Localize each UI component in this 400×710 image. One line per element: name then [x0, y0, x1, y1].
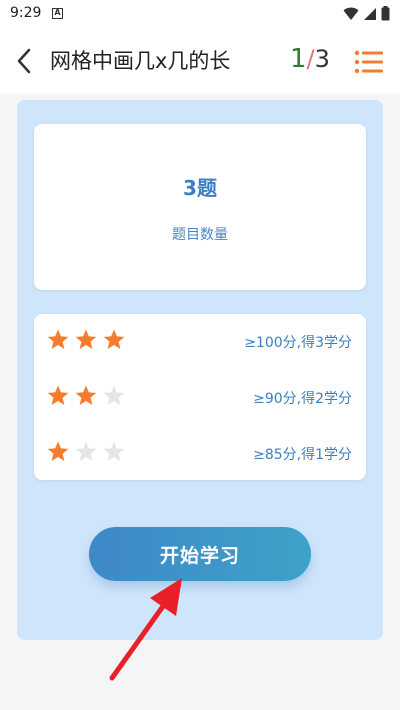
- status-icons: [343, 6, 390, 21]
- status-bar: 9:29 A: [0, 0, 400, 28]
- counter-total: 3: [314, 45, 330, 73]
- app-bar: 网格中画几x几的长 1/3: [0, 28, 400, 94]
- counter-current: 1: [290, 44, 307, 74]
- question-count: 3题: [183, 176, 217, 200]
- scoring-rules-box: ≥100分,得3学分 ≥90分,得2学分 ≥85分,得1学分: [34, 314, 366, 480]
- question-count-label: 题目数量: [172, 227, 228, 243]
- rule-row-3-stars: ≥100分,得3学分: [34, 320, 366, 360]
- star-filled-icon: [75, 329, 97, 349]
- question-counter: 1/3: [290, 44, 330, 74]
- rule-text: ≥90分,得2学分: [253, 391, 352, 407]
- notification-icon: A: [52, 8, 63, 19]
- question-summary-box: 3题 题目数量: [34, 124, 366, 290]
- star-empty-icon: [75, 441, 97, 461]
- start-learning-button[interactable]: 开始学习: [89, 527, 311, 581]
- rule-text: ≥85分,得1学分: [253, 447, 352, 463]
- star-filled-icon: [47, 441, 69, 461]
- counter-separator: /: [306, 45, 315, 73]
- page-title: 网格中画几x几的长: [50, 49, 231, 73]
- rule-row-1-star: ≥85分,得1学分: [34, 432, 366, 472]
- status-time: 9:29: [10, 5, 42, 21]
- star-rating: [46, 328, 126, 352]
- star-rating: [46, 384, 126, 408]
- star-filled-icon: [103, 329, 125, 349]
- rule-text: ≥100分,得3学分: [244, 335, 352, 351]
- signal-icon: [364, 7, 376, 20]
- battery-icon: [381, 6, 390, 21]
- back-arrow-icon[interactable]: [14, 48, 34, 74]
- star-rating: [46, 440, 126, 464]
- menu-list-icon[interactable]: [354, 50, 384, 74]
- rule-row-2-stars: ≥90分,得2学分: [34, 376, 366, 416]
- star-empty-icon: [103, 441, 125, 461]
- star-empty-icon: [103, 385, 125, 405]
- star-filled-icon: [47, 385, 69, 405]
- star-filled-icon: [75, 385, 97, 405]
- wifi-icon: [343, 7, 359, 20]
- star-filled-icon: [47, 329, 69, 349]
